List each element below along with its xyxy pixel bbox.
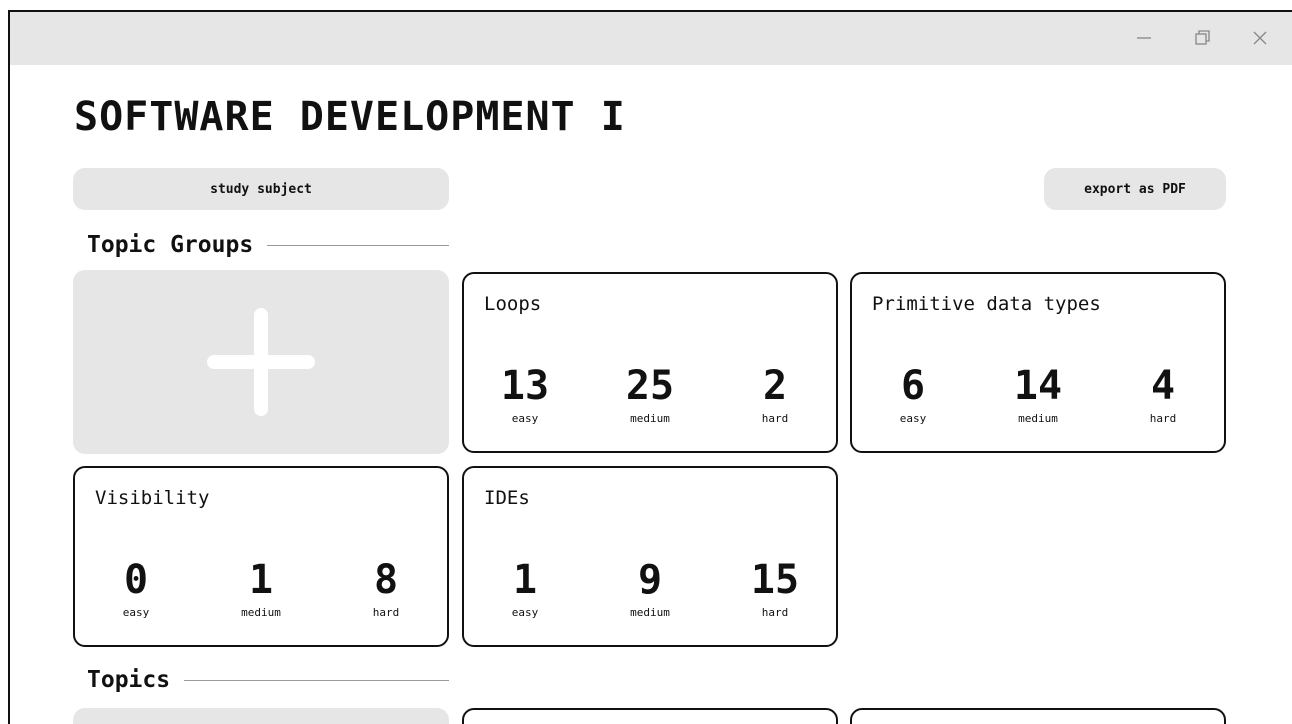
topic-group-card-visibility[interactable]: Visibility 0 easy 1 medium 8 hard bbox=[73, 466, 449, 647]
plus-icon bbox=[207, 308, 315, 416]
study-subject-button[interactable]: study subject bbox=[73, 168, 449, 210]
topic-card[interactable] bbox=[462, 708, 838, 724]
topic-group-card-primitive-data-types[interactable]: Primitive data types 6 easy 14 medium 4 … bbox=[850, 272, 1226, 453]
topics-heading: Topics bbox=[87, 666, 449, 694]
heading-divider bbox=[267, 244, 449, 246]
topic-card[interactable] bbox=[850, 708, 1226, 724]
topic-groups-title: Topic Groups bbox=[87, 231, 254, 258]
hard-count: 8 hard bbox=[372, 557, 400, 619]
add-topic-button[interactable] bbox=[73, 708, 449, 724]
medium-count: 25 medium bbox=[625, 363, 675, 425]
page-title: SOFTWARE DEVELOPMENT I bbox=[74, 94, 626, 140]
minimize-icon[interactable] bbox=[1132, 26, 1156, 50]
medium-count: 1 medium bbox=[241, 557, 281, 619]
easy-count: 0 easy bbox=[122, 557, 150, 619]
topic-group-name: Visibility bbox=[95, 487, 210, 509]
hard-count: 15 hard bbox=[750, 557, 800, 619]
topic-group-name: Loops bbox=[484, 293, 542, 315]
title-bar bbox=[10, 12, 1292, 65]
app-window: SOFTWARE DEVELOPMENT I study subject exp… bbox=[8, 10, 1292, 724]
topic-group-name: Primitive data types bbox=[872, 293, 1101, 315]
close-icon[interactable] bbox=[1248, 26, 1272, 50]
hard-count: 2 hard bbox=[761, 363, 789, 425]
export-pdf-button[interactable]: export as PDF bbox=[1044, 168, 1226, 210]
heading-divider bbox=[184, 679, 449, 681]
hard-count: 4 hard bbox=[1149, 363, 1177, 425]
topic-group-card-ides[interactable]: IDEs 1 easy 9 medium 15 hard bbox=[462, 466, 838, 647]
topic-group-card-loops[interactable]: Loops 13 easy 25 medium 2 hard bbox=[462, 272, 838, 453]
add-topic-group-button[interactable] bbox=[73, 270, 449, 454]
maximize-icon[interactable] bbox=[1190, 26, 1214, 50]
topic-group-name: IDEs bbox=[484, 487, 530, 509]
topic-groups-heading: Topic Groups bbox=[87, 231, 449, 259]
topics-title: Topics bbox=[87, 666, 171, 693]
medium-count: 14 medium bbox=[1013, 363, 1063, 425]
easy-count: 1 easy bbox=[511, 557, 539, 619]
medium-count: 9 medium bbox=[630, 557, 670, 619]
easy-count: 13 easy bbox=[500, 363, 550, 425]
easy-count: 6 easy bbox=[899, 363, 927, 425]
